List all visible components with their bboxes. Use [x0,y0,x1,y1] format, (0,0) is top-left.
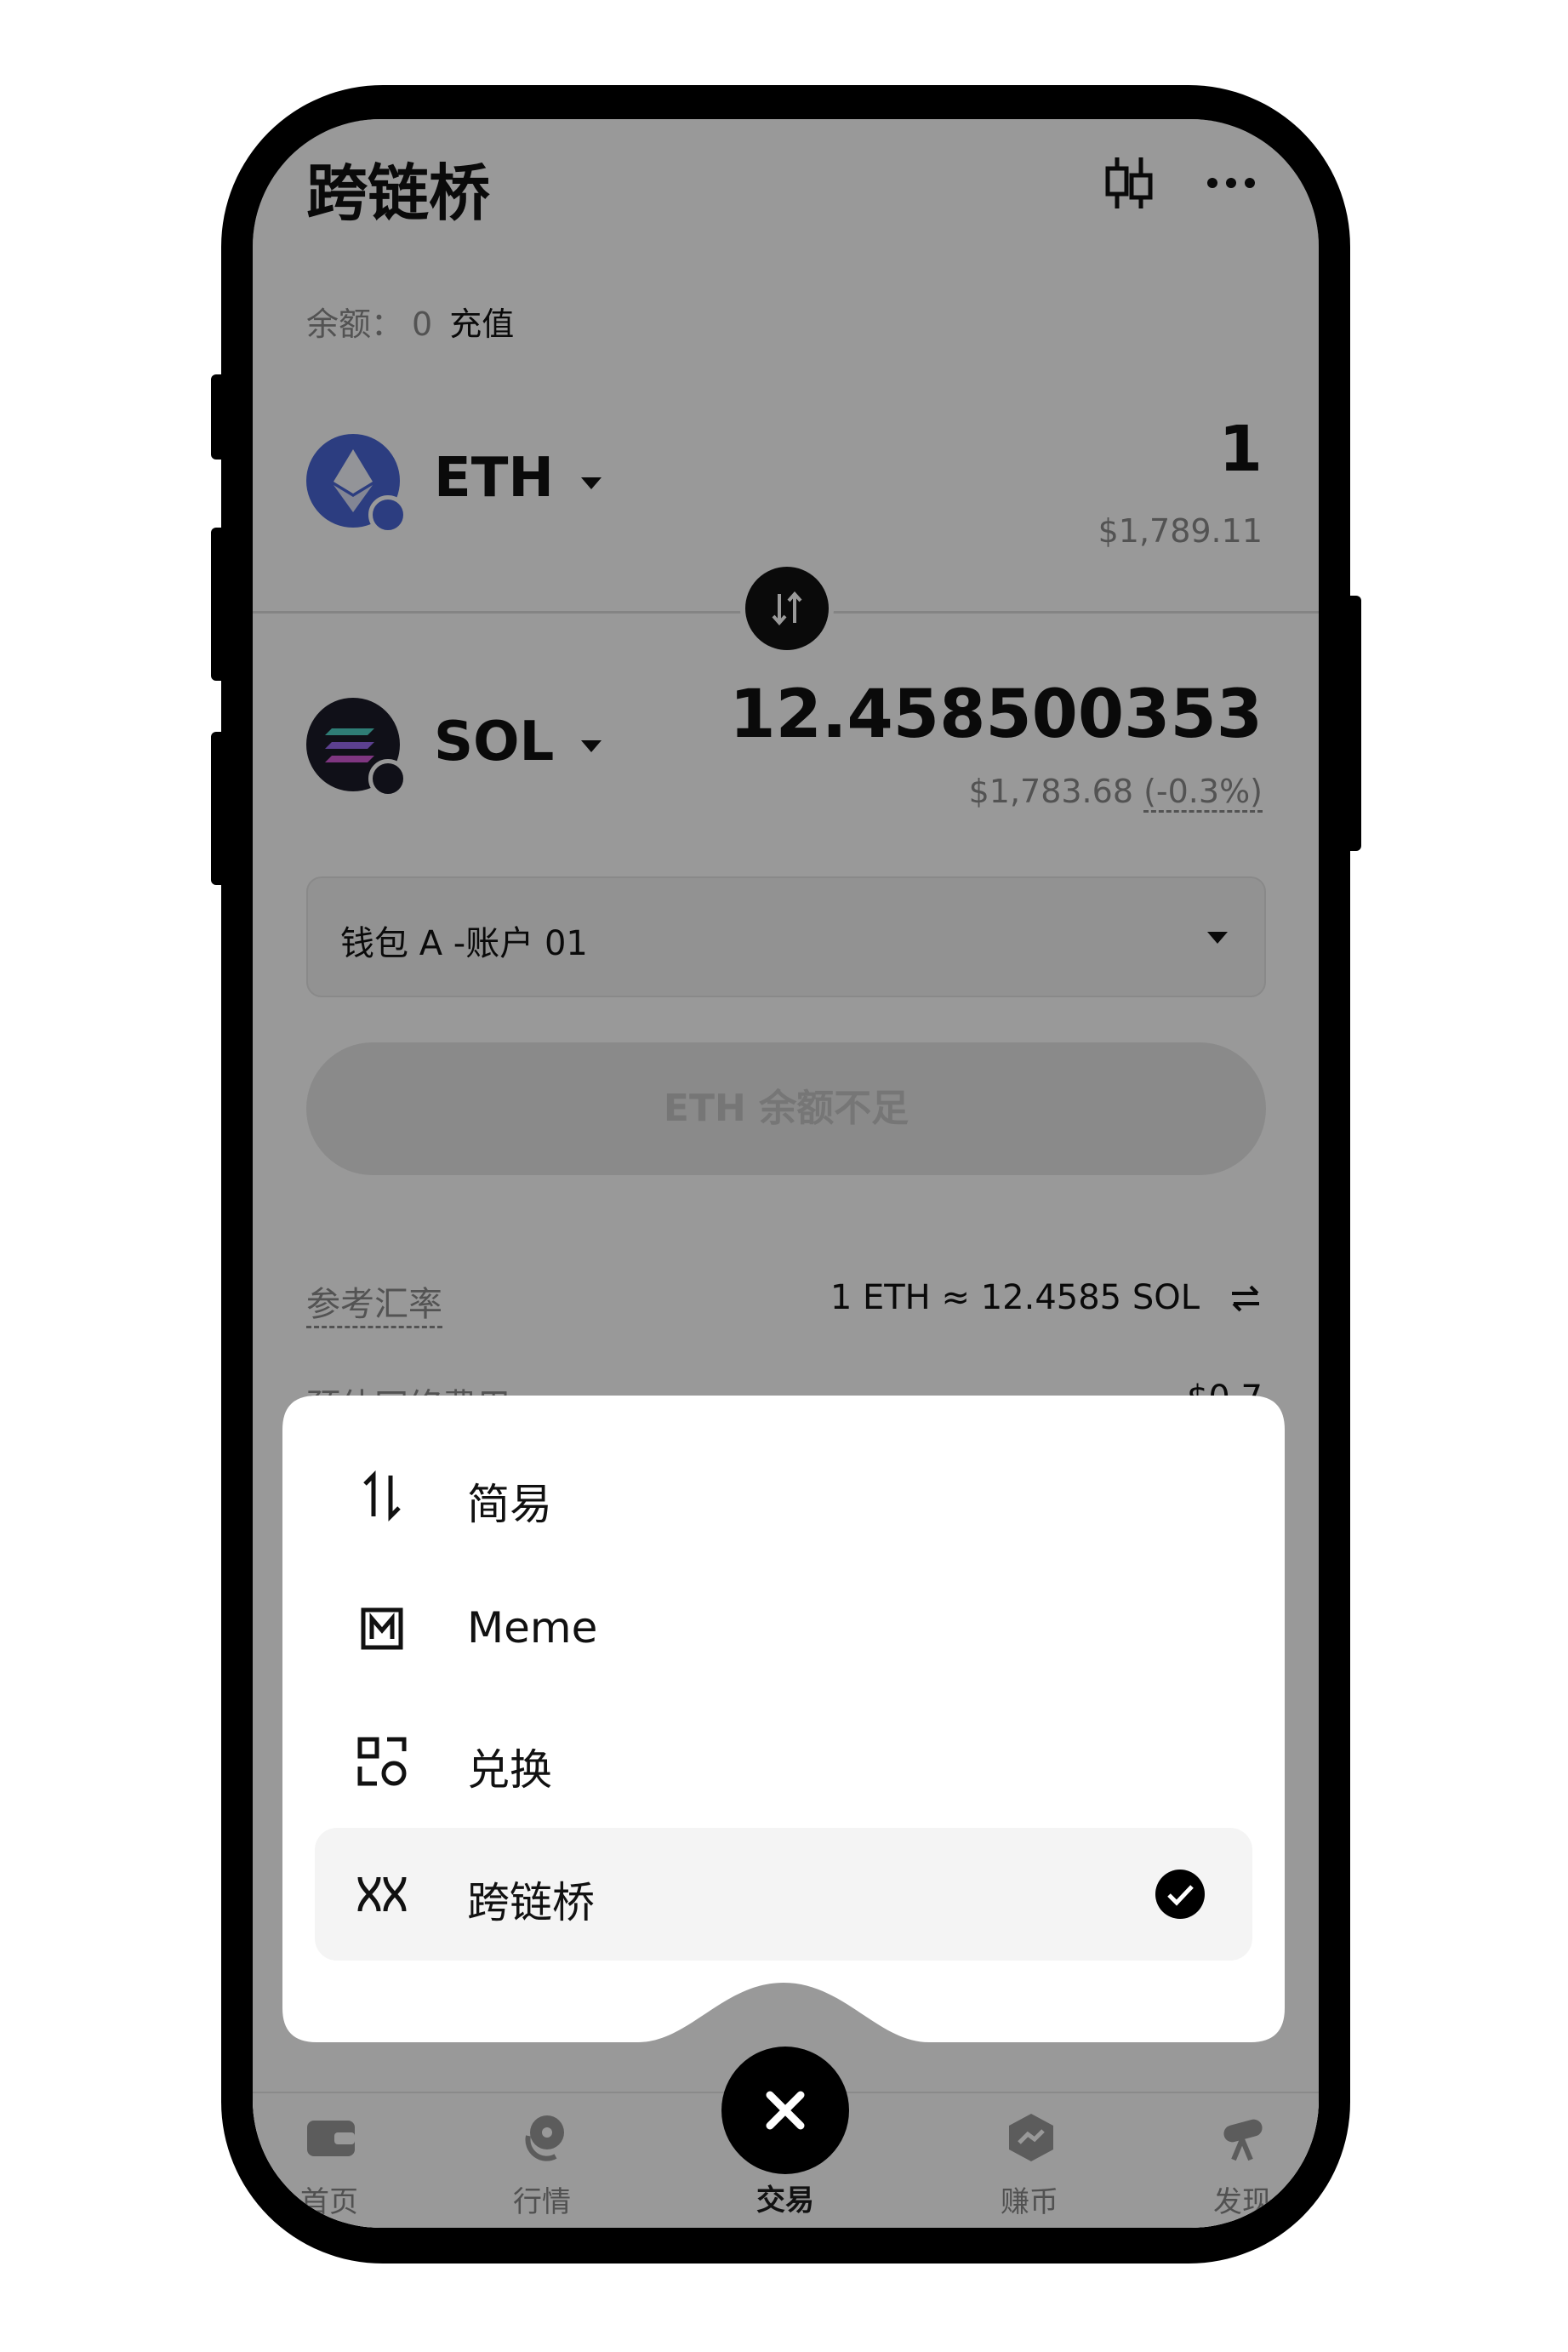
menu-item-label: Meme [467,1603,598,1653]
menu-item-meme[interactable]: Meme [282,1562,1285,1695]
close-icon [766,2091,805,2130]
bridge-icon [357,1876,407,1912]
checkmark-icon [1155,1870,1205,1919]
menu-item-simple[interactable]: 简易 [282,1430,1285,1562]
exchange-icon [357,1737,407,1786]
selected-row-highlight [315,1828,1252,1961]
menu-item-exchange[interactable]: 兑换 [282,1695,1285,1828]
menu-item-label: 兑换 [467,1745,552,1795]
menu-item-label: 简易 [467,1480,552,1529]
nav-item-trade-label: 交易 [756,2184,814,2218]
menu-item-label: 跨链桥 [467,1878,595,1927]
trade-mode-menu: 简易 Meme 兑换 跨链桥 [282,1396,1285,2042]
close-menu-button[interactable] [721,2047,849,2174]
meme-icon [361,1607,403,1650]
phone-screen: 跨链桥 余额： 0 充值 ETH 1 $1,789.11 SOL 12.4585… [253,119,1319,2228]
simple-swap-icon [363,1470,401,1522]
menu-item-bridge[interactable]: 跨链桥 [282,1828,1285,1961]
